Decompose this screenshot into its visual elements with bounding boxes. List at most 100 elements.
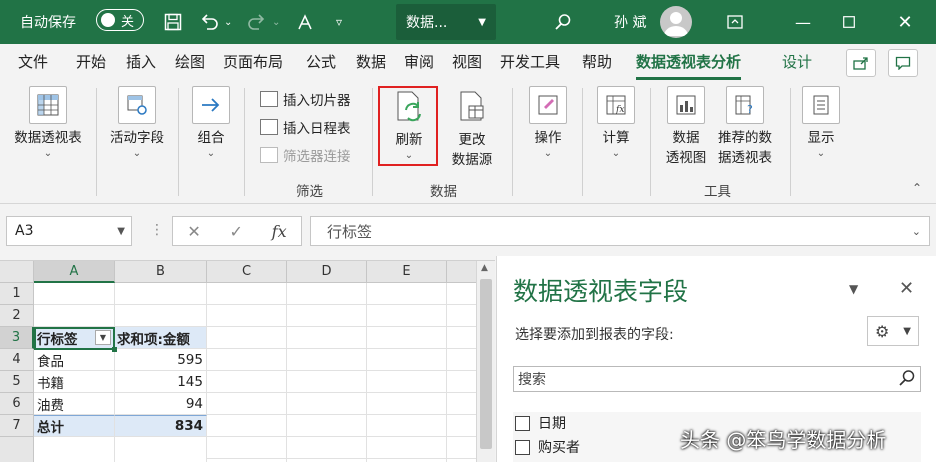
field-checkbox[interactable] [515, 439, 530, 455]
show-button[interactable]: 显示 ⌄ [798, 86, 844, 160]
scroll-thumb[interactable] [480, 279, 492, 449]
pivot-row-value[interactable]: 595 [115, 349, 207, 371]
expand-formula-icon[interactable]: ⌄ [912, 225, 921, 238]
minimize-icon[interactable]: — [780, 0, 826, 44]
field-item-buyer[interactable]: 购买者 [515, 436, 580, 458]
row-header-3[interactable]: 3 [0, 327, 34, 349]
row-header-1[interactable]: 1 [0, 283, 34, 305]
tab-page-layout[interactable]: 页面布局 [223, 51, 283, 75]
ribbon-display-icon[interactable] [712, 0, 758, 44]
cell[interactable] [115, 305, 207, 327]
change-source-button[interactable]: 更改 数据源 [440, 88, 504, 170]
watermark: 头条 @笨鸟学数据分析 [680, 428, 887, 452]
name-box[interactable]: A3 ▼ [6, 216, 132, 246]
cell[interactable] [115, 283, 207, 305]
formula-input[interactable]: 行标签 ⌄ [310, 216, 930, 246]
column-header-b[interactable]: B [115, 261, 207, 283]
search-icon[interactable] [898, 369, 916, 391]
row-header-6[interactable]: 6 [0, 393, 34, 415]
insert-slicer-button[interactable]: 插入切片器 [260, 88, 351, 110]
share-icon[interactable] [846, 49, 876, 77]
pivot-value-header[interactable]: 求和项:金额 [115, 327, 207, 349]
autosave-toggle[interactable]: 关 [96, 9, 144, 31]
pivot-total-value[interactable]: 834 [115, 415, 207, 437]
pivot-row-value[interactable]: 94 [115, 393, 207, 415]
collapse-ribbon-icon[interactable]: ⌃ [912, 182, 922, 194]
calculations-button[interactable]: fx 计算 ⌄ [590, 86, 642, 160]
cell[interactable] [115, 437, 207, 462]
filter-dropdown-icon[interactable]: ▼ [95, 330, 111, 345]
avatar[interactable] [660, 6, 692, 38]
tab-review[interactable]: 审阅 [404, 51, 434, 75]
close-icon[interactable]: ✕ [882, 0, 928, 44]
row-header-4[interactable]: 4 [0, 349, 34, 371]
tab-help[interactable]: 帮助 [582, 51, 612, 75]
cancel-icon[interactable]: ✕ [187, 222, 200, 241]
tab-home[interactable]: 开始 [76, 51, 106, 75]
tab-pivottable-analyze[interactable]: 数据透视表分析 [636, 51, 742, 80]
tab-insert[interactable]: 插入 [126, 51, 156, 75]
divider [178, 88, 179, 196]
tab-data[interactable]: 数据 [356, 51, 386, 75]
pivot-row-label-header[interactable]: 行标签 ▼ [34, 327, 115, 349]
group-button[interactable]: 组合 ⌄ [186, 86, 236, 160]
undo-dropdown-icon[interactable]: ⌄ [224, 0, 232, 44]
refresh-button[interactable]: 刷新 ⌄ [384, 88, 434, 162]
file-name-box[interactable]: 数据... ▼ [396, 4, 496, 40]
insert-timeline-label: 插入日程表 [283, 121, 351, 137]
actions-button[interactable]: 操作 ⌄ [522, 86, 574, 160]
select-all-corner[interactable] [0, 261, 34, 283]
comment-icon[interactable] [888, 49, 918, 77]
tab-developer[interactable]: 开发工具 [500, 51, 560, 75]
pivotchart-button[interactable]: 数据 透视图 [660, 86, 712, 168]
empty-cells[interactable] [207, 283, 476, 462]
title-bar: 自动保存 关 ⌄ ⌄ ▿ 数据... ▼ 孙 斌 — ✕ [0, 0, 936, 44]
cell[interactable] [34, 305, 115, 327]
data-group-label: 数据 [430, 184, 457, 200]
cell[interactable] [34, 437, 115, 462]
chevron-down-icon: ⌄ [611, 148, 621, 159]
pivottable-button[interactable]: 数据透视表 ⌄ [8, 86, 88, 160]
column-header-f[interactable] [447, 261, 476, 283]
tab-design[interactable]: 设计 [782, 51, 812, 75]
active-field-button[interactable]: 活动字段 ⌄ [104, 86, 170, 160]
field-checkbox[interactable] [515, 415, 530, 431]
tab-file[interactable]: 文件 [18, 51, 48, 75]
tab-draw[interactable]: 绘图 [175, 51, 205, 75]
pivot-row-value[interactable]: 145 [115, 371, 207, 393]
pivot-total-label[interactable]: 总计 [34, 415, 115, 437]
scroll-up-icon[interactable]: ▲ [481, 263, 488, 273]
pivot-row-label[interactable]: 油费 [34, 393, 115, 415]
field-search-input[interactable]: 搜索 [513, 366, 921, 392]
tab-formulas[interactable]: 公式 [306, 51, 336, 75]
pivot-row-label[interactable]: 书籍 [34, 371, 115, 393]
customize-toolbar-icon[interactable]: ▿ [326, 0, 352, 44]
column-header-d[interactable]: D [287, 261, 367, 283]
close-pane-icon[interactable]: ✕ [899, 278, 914, 299]
pane-options-icon[interactable]: ▼ [849, 282, 858, 296]
format-painter-icon[interactable] [292, 0, 318, 44]
save-icon[interactable] [160, 0, 186, 44]
row-header-7[interactable]: 7 [0, 415, 34, 437]
search-icon[interactable] [550, 0, 576, 44]
maximize-icon[interactable] [826, 0, 872, 44]
cell[interactable] [34, 283, 115, 305]
column-header-e[interactable]: E [367, 261, 447, 283]
column-header-a[interactable]: A [34, 261, 115, 283]
field-settings-button[interactable]: ⚙ ▼ [867, 316, 919, 346]
tab-view[interactable]: 视图 [452, 51, 482, 75]
row-header-8[interactable] [0, 437, 34, 462]
vertical-scrollbar[interactable]: ▲ [476, 261, 495, 462]
undo-icon[interactable] [196, 0, 222, 44]
change-source-label-2: 数据源 [451, 152, 493, 168]
row-header-2[interactable]: 2 [0, 305, 34, 327]
insert-function-icon[interactable]: fx [272, 222, 287, 241]
recommended-pivottables-button[interactable]: ? 推荐的数 据透视表 [712, 86, 778, 168]
pivot-row-label[interactable]: 食品 [34, 349, 115, 371]
column-header-c[interactable]: C [207, 261, 287, 283]
field-item-date[interactable]: 日期 [515, 412, 566, 434]
row-header-5[interactable]: 5 [0, 371, 34, 393]
insert-timeline-button[interactable]: 插入日程表 [260, 116, 351, 138]
confirm-icon[interactable]: ✓ [230, 222, 243, 241]
fill-handle[interactable] [112, 347, 117, 352]
